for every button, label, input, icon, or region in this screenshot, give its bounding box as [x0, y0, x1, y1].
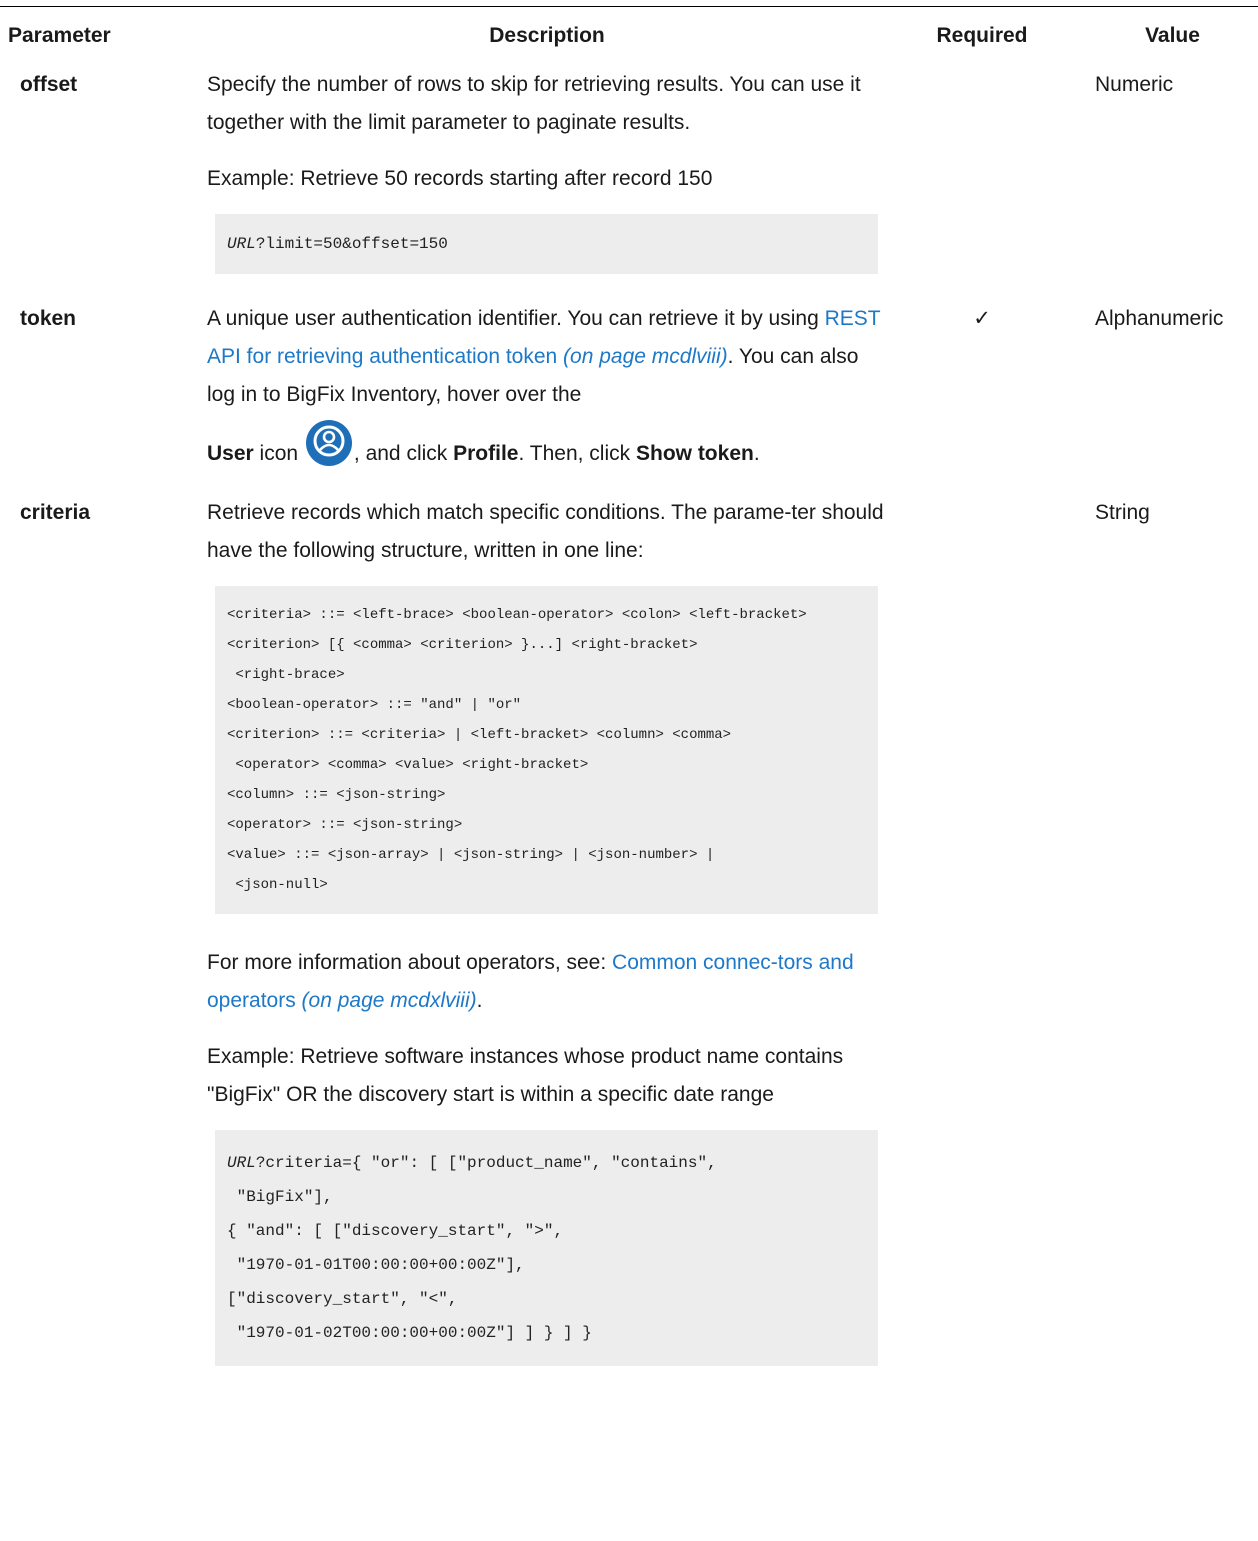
grammar-line: <boolean-operator> ::= "and" | "or"	[227, 697, 522, 713]
grammar-line: <criteria> ::= <left-brace> <boolean-ope…	[227, 607, 807, 623]
code-url-placeholder: URL	[227, 235, 256, 253]
code-line: ?criteria={ "or": [ ["product_name", "co…	[255, 1154, 717, 1172]
param-name-token: token	[20, 307, 77, 330]
description-offset: Specify the number of rows to skip for r…	[207, 66, 887, 300]
description-criteria: Retrieve records which match specific co…	[207, 494, 887, 1366]
grammar-line: <json-null>	[227, 877, 328, 893]
token-text-3: icon	[253, 442, 304, 465]
grammar-line: <value> ::= <json-array> | <json-string>…	[227, 847, 715, 863]
value-token: Alphanumeric	[1095, 307, 1224, 330]
code-line: ["discovery_start", "<",	[227, 1290, 458, 1308]
profile-bold: Profile	[453, 442, 519, 465]
header-value: Value	[1145, 24, 1200, 47]
ops-end: .	[476, 989, 483, 1012]
required-offset	[887, 66, 1077, 300]
code-line: "BigFix"],	[227, 1188, 333, 1206]
criteria-description-text: Retrieve records which match specific co…	[207, 501, 884, 562]
code-line: "1970-01-01T00:00:00+00:00Z"],	[227, 1256, 525, 1274]
header-required: Required	[936, 24, 1028, 47]
show-token-bold: Show token	[635, 442, 754, 465]
table-row-offset: offset Specify the number of rows to ski…	[0, 66, 1258, 300]
grammar-line: <right-brace>	[227, 667, 345, 683]
table-row-token: token A unique user authentication ident…	[0, 300, 1258, 494]
ops-link-page[interactable]: (on page mcdxlviii)	[296, 989, 477, 1012]
ops-text: For more information about operators, se…	[207, 951, 613, 974]
token-link-page[interactable]: (on page mcdlviii)	[557, 345, 728, 368]
header-description: Description	[489, 24, 605, 47]
grammar-line: <operator> ::= <json-string>	[227, 817, 463, 833]
user-icon	[305, 420, 352, 466]
table-row-criteria: criteria Retrieve records which match sp…	[0, 494, 1258, 1366]
parameters-table: Parameter Description Required Value off…	[0, 20, 1258, 1366]
criteria-grammar-block: <criteria> ::= <left-brace> <boolean-ope…	[215, 586, 878, 914]
param-name-criteria: criteria	[20, 501, 91, 524]
header-parameter: Parameter	[8, 24, 111, 47]
top-rule	[0, 6, 1258, 7]
criteria-example-code-block: URL?criteria={ "or": [ ["product_name", …	[215, 1130, 878, 1366]
grammar-line: <criterion> [{ <comma> <criterion> }...]…	[227, 637, 698, 653]
offset-example-text: Example: Retrieve 50 records starting af…	[207, 167, 713, 190]
offset-description-text: Specify the number of rows to skip for r…	[207, 73, 861, 134]
token-text-6: .	[753, 442, 760, 465]
token-text-5: . Then, click	[518, 442, 636, 465]
grammar-line: <criterion> ::= <criteria> | <left-brack…	[227, 727, 732, 743]
user-bold: User	[207, 442, 254, 465]
criteria-example-text: Example: Retrieve software instances who…	[207, 1045, 844, 1106]
grammar-line: <column> ::= <json-string>	[227, 787, 446, 803]
code-url-placeholder: URL	[227, 1154, 256, 1172]
value-criteria: String	[1095, 501, 1150, 524]
value-offset: Numeric	[1095, 73, 1174, 96]
token-user-line: User icon , and click Profile. Then, cli…	[207, 420, 887, 480]
description-token: A unique user authentication identifier.…	[207, 300, 887, 494]
offset-code-query: ?limit=50&offset=150	[255, 235, 448, 253]
code-line: { "and": [ ["discovery_start", ">",	[227, 1222, 564, 1240]
code-line: "1970-01-02T00:00:00+00:00Z"] ] } ] }	[227, 1324, 592, 1342]
token-text-1: A unique user authentication identifier.…	[207, 307, 825, 330]
required-token: ✓	[973, 307, 991, 330]
token-description-text: A unique user authentication identifier.…	[207, 300, 887, 414]
criteria-operators-text: For more information about operators, se…	[207, 944, 887, 1020]
table-header-row: Parameter Description Required Value	[0, 20, 1258, 66]
grammar-line: <operator> <comma> <value> <right-bracke…	[227, 757, 589, 773]
token-text-4: , and click	[353, 442, 454, 465]
offset-code-block: URL?limit=50&offset=150	[215, 214, 878, 274]
required-criteria	[887, 494, 1077, 1366]
param-name-offset: offset	[20, 73, 78, 96]
